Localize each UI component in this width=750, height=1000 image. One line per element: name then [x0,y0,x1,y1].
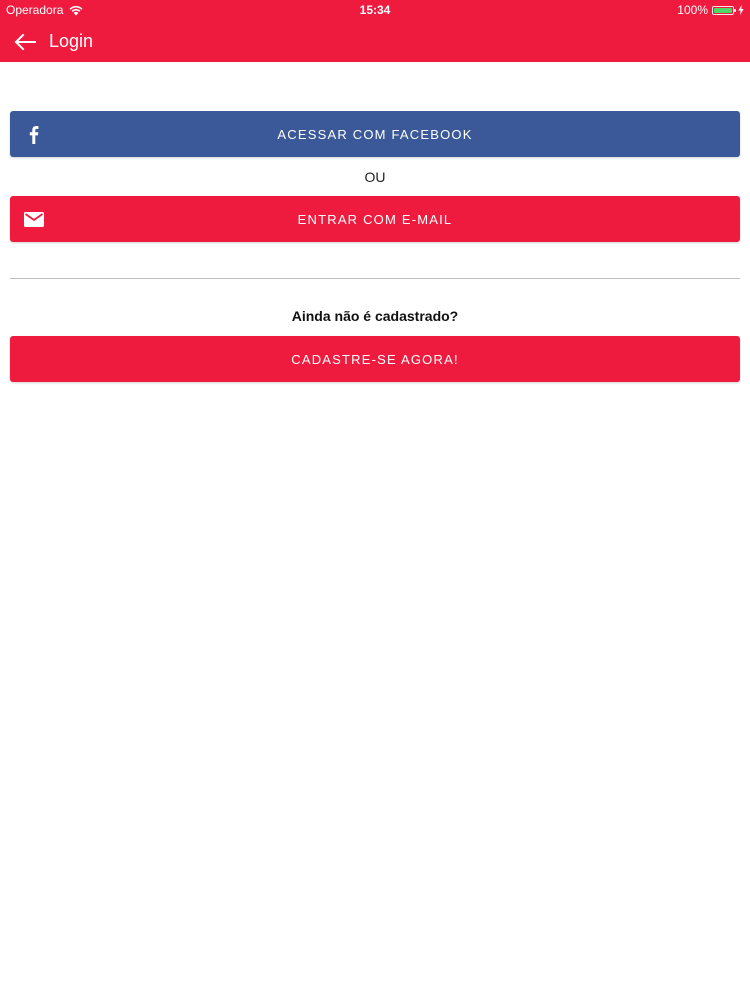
register-button[interactable]: CADASTRE-SE AGORA! [10,336,740,382]
facebook-icon [29,126,39,144]
charging-bolt-icon [738,5,744,15]
facebook-login-button[interactable]: ACESSAR COM FACEBOOK [10,111,740,157]
page-title: Login [49,31,94,51]
battery-status: 100% [677,3,744,17]
nav-bar: Login [0,22,750,62]
arrow-left-icon[interactable] [12,30,38,54]
envelope-icon [24,212,44,227]
register-label: CADASTRE-SE AGORA! [291,351,459,367]
battery-level [714,7,732,13]
email-login-label: ENTRAR COM E-MAIL [297,211,453,227]
register-prompt: Ainda não é cadastrado? [291,308,459,324]
battery-icon [712,5,736,15]
facebook-login-label: ACESSAR COM FACEBOOK [277,126,473,142]
app-header: Operadora 15:34 100% Login [0,0,750,62]
status-bar: Operadora 15:34 100% [0,0,750,20]
email-login-button[interactable]: ENTRAR COM E-MAIL [10,196,740,242]
battery-percent: 100% [677,3,708,17]
clock: 15:34 [359,3,391,17]
or-separator: OU [364,169,386,185]
divider [10,278,740,279]
